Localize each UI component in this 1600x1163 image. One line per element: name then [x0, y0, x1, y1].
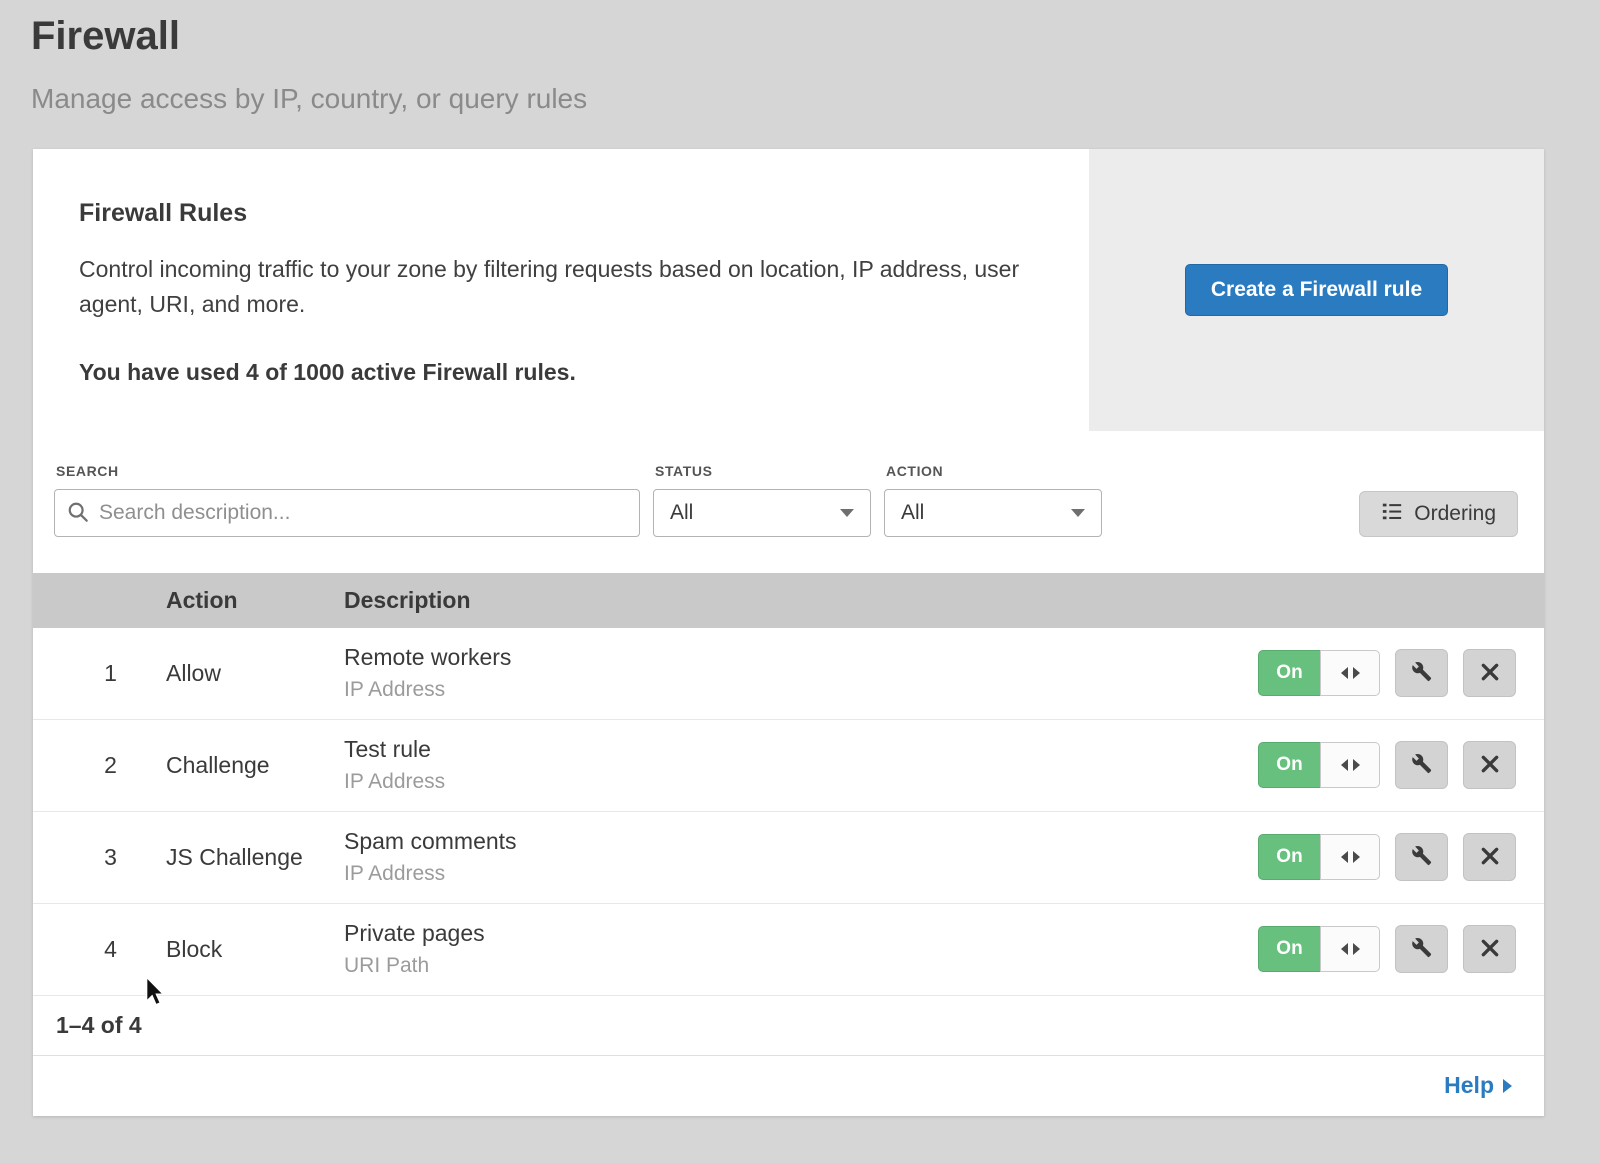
wrench-icon	[1411, 661, 1432, 685]
rule-enabled-toggle[interactable]: On	[1258, 926, 1380, 972]
create-firewall-rule-button[interactable]: Create a Firewall rule	[1185, 264, 1448, 316]
search-label: SEARCH	[56, 463, 640, 479]
rule-enabled-toggle[interactable]: On	[1258, 650, 1380, 696]
search-input[interactable]	[54, 489, 640, 537]
rule-description: Remote workers	[344, 644, 1244, 671]
column-header-action: Action	[166, 587, 344, 614]
rule-priority: 4	[33, 936, 166, 963]
toggle-on-label[interactable]: On	[1258, 926, 1320, 972]
action-label: ACTION	[886, 463, 1102, 479]
status-select-value: All	[670, 501, 693, 525]
toggle-drag-handle-icon[interactable]	[1320, 742, 1380, 788]
close-icon	[1480, 662, 1500, 685]
rule-priority: 2	[33, 752, 166, 779]
table-row: 3 JS Challenge Spam comments IP Address …	[33, 812, 1544, 904]
rule-enabled-toggle[interactable]: On	[1258, 834, 1380, 880]
rule-action: Challenge	[166, 752, 344, 779]
delete-rule-button[interactable]	[1463, 649, 1516, 697]
action-select[interactable]: All	[884, 489, 1102, 537]
card-description: Control incoming traffic to your zone by…	[79, 252, 1029, 323]
rule-action: JS Challenge	[166, 844, 344, 871]
edit-rule-button[interactable]	[1395, 741, 1448, 789]
ordering-list-icon	[1381, 500, 1403, 528]
pagination: 1–4 of 4	[33, 996, 1544, 1056]
help-bar: Help	[33, 1056, 1544, 1116]
close-icon	[1480, 754, 1500, 777]
delete-rule-button[interactable]	[1463, 925, 1516, 973]
mouse-cursor-icon	[143, 976, 167, 1011]
firewall-page: Firewall Manage access by IP, country, o…	[0, 0, 1600, 1116]
toggle-on-label[interactable]: On	[1258, 742, 1320, 788]
filters-bar: SEARCH STATUS All	[33, 431, 1544, 573]
firewall-rules-intro: Firewall Rules Control incoming traffic …	[33, 149, 1544, 431]
chevron-down-icon	[1071, 509, 1085, 517]
toggle-on-label[interactable]: On	[1258, 650, 1320, 696]
rule-description: Spam comments	[344, 828, 1244, 855]
close-icon	[1480, 938, 1500, 961]
rule-enabled-toggle[interactable]: On	[1258, 742, 1380, 788]
wrench-icon	[1411, 937, 1432, 961]
toggle-drag-handle-icon[interactable]	[1320, 834, 1380, 880]
rule-match-type: IP Address	[344, 862, 1244, 886]
rule-priority: 3	[33, 844, 166, 871]
wrench-icon	[1411, 753, 1432, 777]
table-row: 4 Block Private pages URI Path On	[33, 904, 1544, 996]
page-subtitle: Manage access by IP, country, or query r…	[31, 84, 1600, 115]
close-icon	[1480, 846, 1500, 869]
edit-rule-button[interactable]	[1395, 925, 1448, 973]
status-label: STATUS	[655, 463, 871, 479]
triangle-right-icon	[1503, 1079, 1512, 1093]
firewall-card: Firewall Rules Control incoming traffic …	[33, 149, 1544, 1116]
delete-rule-button[interactable]	[1463, 833, 1516, 881]
toggle-drag-handle-icon[interactable]	[1320, 926, 1380, 972]
rule-match-type: IP Address	[344, 770, 1244, 794]
edit-rule-button[interactable]	[1395, 833, 1448, 881]
search-box	[54, 489, 640, 537]
rule-description: Private pages	[344, 920, 1244, 947]
toggle-drag-handle-icon[interactable]	[1320, 650, 1380, 696]
edit-rule-button[interactable]	[1395, 649, 1448, 697]
card-heading: Firewall Rules	[79, 199, 1029, 228]
ordering-button-label: Ordering	[1414, 502, 1496, 526]
rule-action: Allow	[166, 660, 344, 687]
usage-text: You have used 4 of 1000 active Firewall …	[79, 359, 1029, 386]
table-row: 1 Allow Remote workers IP Address On	[33, 628, 1544, 720]
search-icon	[67, 501, 89, 523]
help-link-label: Help	[1444, 1072, 1494, 1099]
rule-match-type: URI Path	[344, 954, 1244, 978]
action-select-value: All	[901, 501, 924, 525]
delete-rule-button[interactable]	[1463, 741, 1516, 789]
help-link[interactable]: Help	[1444, 1072, 1512, 1099]
rule-priority: 1	[33, 660, 166, 687]
ordering-button[interactable]: Ordering	[1359, 491, 1518, 537]
rule-match-type: IP Address	[344, 678, 1244, 702]
table-header: Action Description	[33, 573, 1544, 628]
rule-action: Block	[166, 936, 344, 963]
column-header-description: Description	[344, 587, 1244, 614]
chevron-down-icon	[840, 509, 854, 517]
status-select[interactable]: All	[653, 489, 871, 537]
create-rule-panel: Create a Firewall rule	[1089, 149, 1544, 431]
table-row: 2 Challenge Test rule IP Address On	[33, 720, 1544, 812]
rule-description: Test rule	[344, 736, 1244, 763]
wrench-icon	[1411, 845, 1432, 869]
page-title: Firewall	[31, 14, 1600, 58]
toggle-on-label[interactable]: On	[1258, 834, 1320, 880]
